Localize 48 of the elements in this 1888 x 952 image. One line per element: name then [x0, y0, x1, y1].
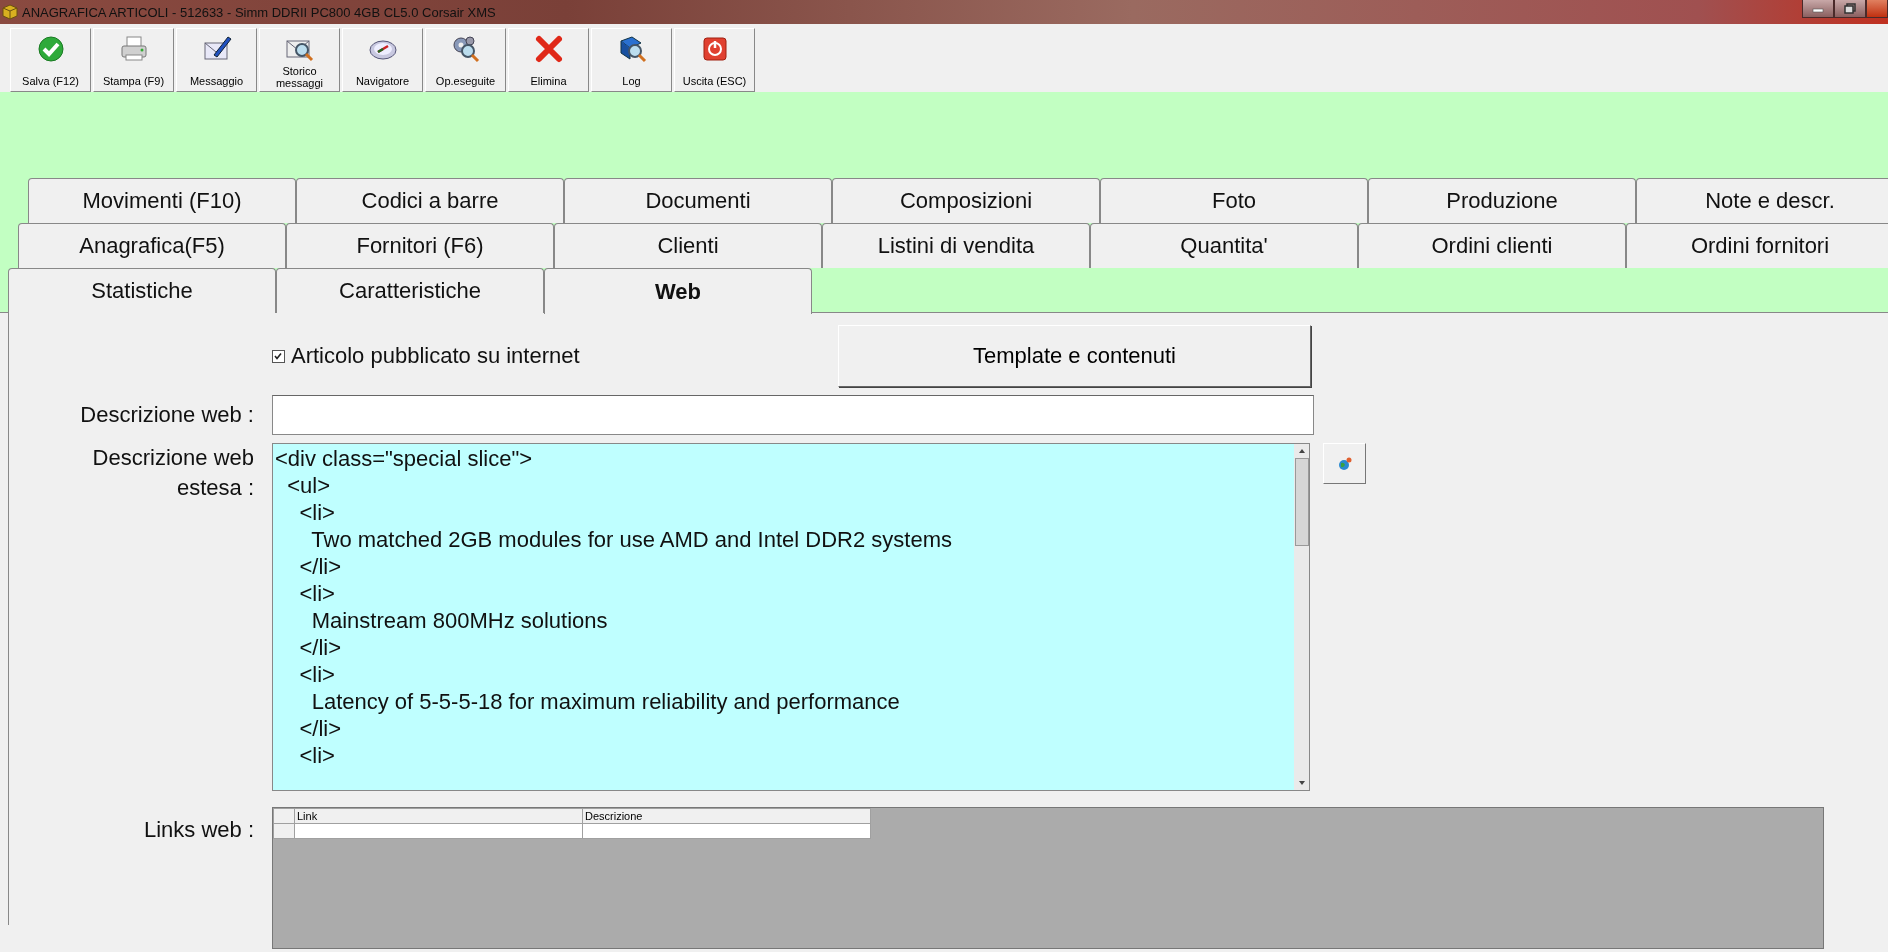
extended-description-area[interactable] — [272, 443, 1310, 791]
table-cell[interactable] — [294, 823, 583, 839]
minimize-button[interactable] — [1802, 0, 1834, 18]
field-label: Descrizione web : — [79, 401, 255, 429]
window-title: ANAGRAFICA ARTICOLI - 512633 - Simm DDRII PC800 4GB CL5.0 Corsair XMS — [22, 4, 496, 20]
field-label: Links web : — [142, 816, 255, 844]
table-cell[interactable] — [582, 823, 871, 839]
tab[interactable]: Movimenti (F10) — [28, 178, 296, 223]
description-field[interactable] — [272, 395, 1314, 435]
tab[interactable]: Clienti — [554, 223, 822, 268]
toolbar-button[interactable]: Elimina — [508, 28, 589, 92]
tab[interactable]: Caratteristiche — [276, 268, 544, 313]
toolbar-button[interactable]: Salva (F12) — [10, 28, 91, 92]
box-icon — [2, 4, 18, 20]
template-button[interactable]: Template e contenuti — [838, 325, 1311, 387]
tab[interactable]: Produzione — [1368, 178, 1636, 223]
restore-button[interactable] — [1834, 0, 1866, 18]
globe-button[interactable] — [1323, 443, 1366, 484]
toolbar-button[interactable]: Storico messaggi — [259, 28, 340, 92]
globe-icon — [1336, 455, 1353, 472]
code-text: <div class="special slice"> <ul> <li> Two matched 2GB modules for use AMD and Intel DDR2 systems </li> <li> Mainstream 800MHz solutions </li> <li> Latency of 5-5-5-18 for maximum reliability and performance </li> <li> — [274, 445, 953, 770]
toolbar-button[interactable]: Uscita (ESC) — [674, 28, 755, 92]
scrollbar[interactable] — [1294, 444, 1309, 790]
toolbar-button[interactable]: Log — [591, 28, 672, 92]
toolbar-button[interactable]: Op.eseguite — [425, 28, 506, 92]
toolbar-button[interactable]: Stampa (F9) — [93, 28, 174, 92]
field-label: Descrizione web estesa : — [91, 444, 255, 502]
tab[interactable]: Composizioni — [832, 178, 1100, 223]
tab[interactable]: Ordini fornitori — [1626, 223, 1888, 268]
checkbox-label: Articolo pubblicato su internet — [291, 343, 580, 369]
tab[interactable]: Documenti — [564, 178, 832, 223]
toolbar-button[interactable]: Messaggio — [176, 28, 257, 92]
tab[interactable]: Codici a barre — [296, 178, 564, 223]
column-header[interactable]: Link — [294, 808, 583, 824]
tab[interactable]: Fornitori (F6) — [286, 223, 554, 268]
tab[interactable]: Statistiche — [8, 268, 276, 313]
tab[interactable]: Foto — [1100, 178, 1368, 223]
tab[interactable]: Listini di vendita — [822, 223, 1090, 268]
toolbar-button[interactable]: Navigatore — [342, 28, 423, 92]
tab[interactable]: Quantita' — [1090, 223, 1358, 268]
close-button[interactable] — [1866, 0, 1888, 18]
tab[interactable]: Web — [544, 268, 812, 314]
tab[interactable]: Ordini clienti — [1358, 223, 1626, 268]
tab[interactable]: Anagrafica(F5) — [18, 223, 286, 268]
scroll-thumb[interactable] — [1294, 458, 1309, 546]
checkbox[interactable] — [272, 349, 285, 363]
tab[interactable]: Note e descr. — [1636, 178, 1888, 223]
column-header[interactable]: Descrizione — [582, 808, 871, 824]
